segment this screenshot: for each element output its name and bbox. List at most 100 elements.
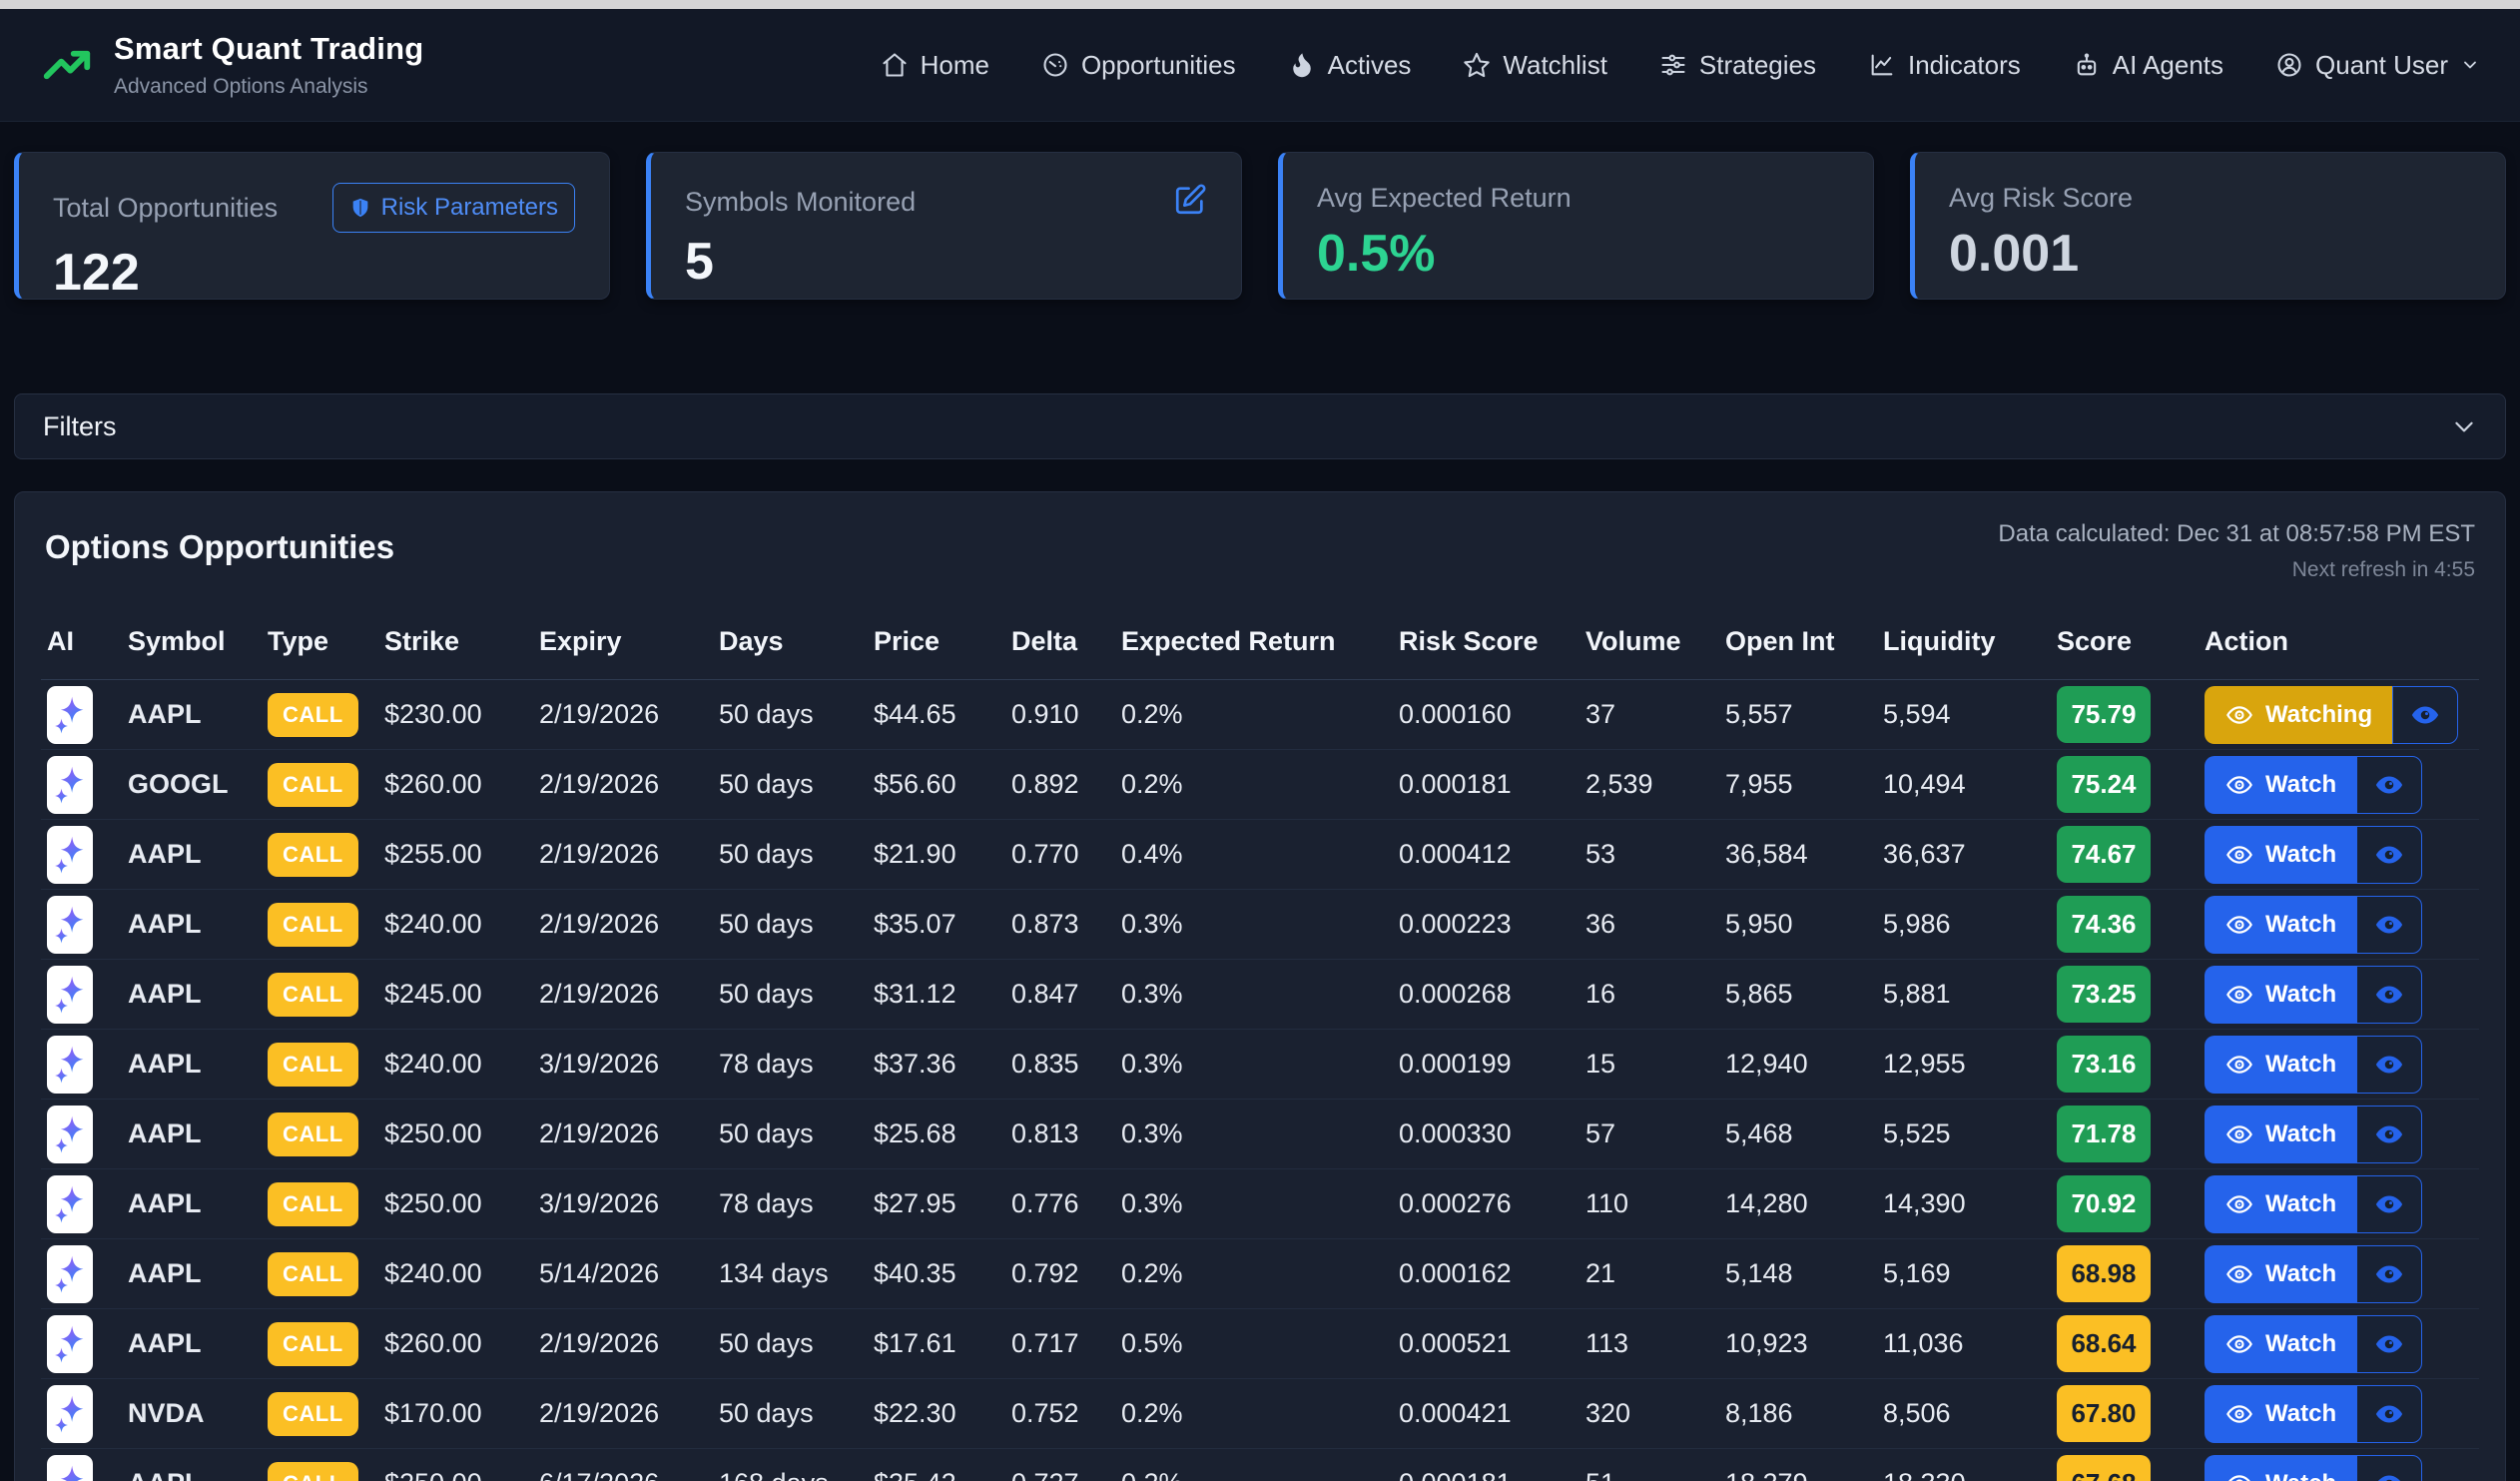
filters-accordion[interactable]: Filters xyxy=(14,393,2506,459)
volume-cell: 21 xyxy=(1579,1239,1719,1309)
ai-analysis-button[interactable] xyxy=(47,896,93,954)
price-cell: $44.65 xyxy=(868,680,1005,750)
ai-analysis-button[interactable] xyxy=(47,1385,93,1443)
ai-analysis-button[interactable] xyxy=(47,1315,93,1373)
stat-value: 5 xyxy=(685,236,1207,288)
delta-cell: 0.910 xyxy=(1005,680,1115,750)
days-cell: 50 days xyxy=(713,750,868,820)
eye-outline-icon xyxy=(2225,981,2253,1009)
eye-filled-icon xyxy=(2374,840,2404,870)
navbar: Smart Quant Trading Advanced Options Ana… xyxy=(0,9,2520,122)
view-details-button[interactable] xyxy=(2356,896,2422,954)
delta-cell: 0.835 xyxy=(1005,1030,1115,1100)
ai-sparkle-icon xyxy=(53,765,87,805)
ai-sparkle-icon xyxy=(53,975,87,1015)
expected-return-cell: 0.3% xyxy=(1115,1169,1393,1239)
open-int-cell: 18,279 xyxy=(1719,1449,1877,1481)
delta-cell: 0.717 xyxy=(1005,1309,1115,1379)
watch-button[interactable]: Watch xyxy=(2205,1455,2356,1481)
ai-analysis-button[interactable] xyxy=(47,966,93,1024)
view-details-button[interactable] xyxy=(2356,1385,2422,1443)
watch-button[interactable]: Watch xyxy=(2205,896,2356,954)
ai-analysis-button[interactable] xyxy=(47,1175,93,1233)
watch-button[interactable]: Watch xyxy=(2205,1315,2356,1373)
risk-score-cell: 0.000223 xyxy=(1393,890,1579,960)
risk-score-cell: 0.000276 xyxy=(1393,1169,1579,1239)
ai-sparkle-icon xyxy=(53,905,87,945)
stat-label: Symbols Monitored xyxy=(685,187,916,218)
eye-outline-icon xyxy=(2225,771,2253,799)
watch-button[interactable]: Watch xyxy=(2205,826,2356,884)
table-row: AAPL CALL $230.00 2/19/2026 50 days $44.… xyxy=(41,680,2479,750)
risk-score-cell: 0.000162 xyxy=(1393,1239,1579,1309)
expected-return-cell: 0.4% xyxy=(1115,820,1393,890)
delta-cell: 0.873 xyxy=(1005,890,1115,960)
stat-card-avg-expected-return: Avg Expected Return 0.5% xyxy=(1278,152,1874,300)
view-details-button[interactable] xyxy=(2356,1455,2422,1481)
table-row: AAPL CALL $250.00 6/17/2026 168 days $35… xyxy=(41,1449,2479,1481)
liquidity-cell: 36,637 xyxy=(1877,820,2051,890)
eye-filled-icon xyxy=(2374,1119,2404,1149)
ai-analysis-button[interactable] xyxy=(47,1455,93,1481)
watch-button-group: Watch xyxy=(2205,826,2422,884)
stat-value: 0.5% xyxy=(1317,228,1839,280)
view-details-button[interactable] xyxy=(2392,686,2458,744)
volume-cell: 53 xyxy=(1579,820,1719,890)
filters-label: Filters xyxy=(43,411,117,442)
liquidity-cell: 10,494 xyxy=(1877,750,2051,820)
watch-button[interactable]: Watch xyxy=(2205,1106,2356,1163)
view-details-button[interactable] xyxy=(2356,1106,2422,1163)
chevron-down-icon xyxy=(2460,55,2480,75)
view-details-button[interactable] xyxy=(2356,1245,2422,1303)
stat-value: 122 xyxy=(53,247,575,299)
days-cell: 78 days xyxy=(713,1030,868,1100)
view-details-button[interactable] xyxy=(2356,1175,2422,1233)
view-details-button[interactable] xyxy=(2356,826,2422,884)
nav-user-menu[interactable]: Quant User xyxy=(2275,50,2480,81)
watch-button[interactable]: Watch xyxy=(2205,756,2356,814)
nav-ai-agents[interactable]: AI Agents xyxy=(2073,50,2223,81)
type-badge: CALL xyxy=(268,1043,358,1087)
watch-button[interactable]: Watching xyxy=(2205,686,2392,744)
stat-cards: Total Opportunities Risk Parameters 122 … xyxy=(0,122,2520,300)
nav-actives[interactable]: Actives xyxy=(1288,50,1412,81)
expected-return-cell: 0.2% xyxy=(1115,1449,1393,1481)
view-details-button[interactable] xyxy=(2356,1036,2422,1094)
risk-score-cell: 0.000330 xyxy=(1393,1100,1579,1169)
table-row: AAPL CALL $240.00 5/14/2026 134 days $40… xyxy=(41,1239,2479,1309)
star-icon xyxy=(1463,51,1491,79)
nav-opportunities[interactable]: Opportunities xyxy=(1041,50,1236,81)
days-cell: 50 days xyxy=(713,1309,868,1379)
edit-symbols-button[interactable] xyxy=(1173,183,1207,222)
expected-return-cell: 0.3% xyxy=(1115,1100,1393,1169)
ai-analysis-button[interactable] xyxy=(47,1245,93,1303)
ai-analysis-button[interactable] xyxy=(47,826,93,884)
risk-parameters-button[interactable]: Risk Parameters xyxy=(332,183,575,233)
watch-button-label: Watch xyxy=(2265,1260,2336,1288)
ai-analysis-button[interactable] xyxy=(47,1106,93,1163)
nav-watchlist[interactable]: Watchlist xyxy=(1463,50,1607,81)
view-details-button[interactable] xyxy=(2356,1315,2422,1373)
ai-analysis-button[interactable] xyxy=(47,1036,93,1094)
eye-filled-icon xyxy=(2374,1259,2404,1289)
volume-cell: 2,539 xyxy=(1579,750,1719,820)
watch-button[interactable]: Watch xyxy=(2205,1036,2356,1094)
col-ai: AI xyxy=(41,608,122,680)
eye-outline-icon xyxy=(2225,1330,2253,1358)
watch-button[interactable]: Watch xyxy=(2205,1385,2356,1443)
watch-button[interactable]: Watch xyxy=(2205,1245,2356,1303)
col-score: Score xyxy=(2051,608,2199,680)
watch-button[interactable]: Watch xyxy=(2205,966,2356,1024)
col-action: Action xyxy=(2199,608,2479,680)
expected-return-cell: 0.2% xyxy=(1115,1239,1393,1309)
ai-analysis-button[interactable] xyxy=(47,686,93,744)
watch-button[interactable]: Watch xyxy=(2205,1175,2356,1233)
nav-strategies[interactable]: Strategies xyxy=(1659,50,1816,81)
expiry-cell: 2/19/2026 xyxy=(533,1379,713,1449)
nav-home[interactable]: Home xyxy=(881,50,989,81)
view-details-button[interactable] xyxy=(2356,756,2422,814)
view-details-button[interactable] xyxy=(2356,966,2422,1024)
eye-filled-icon xyxy=(2374,1469,2404,1481)
nav-indicators[interactable]: Indicators xyxy=(1868,50,2021,81)
ai-analysis-button[interactable] xyxy=(47,756,93,814)
